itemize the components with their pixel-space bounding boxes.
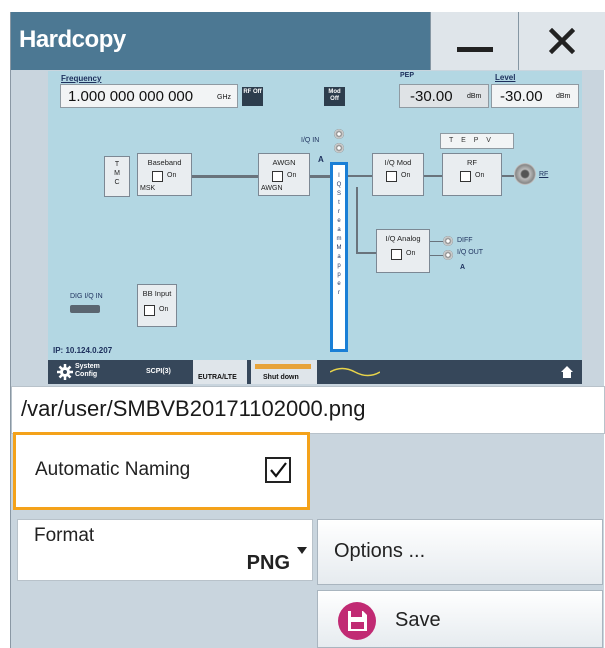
frequency-label: Frequency <box>61 74 102 83</box>
checkmark-icon <box>270 462 287 478</box>
tmc-block: T M C <box>104 156 130 197</box>
iq-mod-checkbox <box>386 171 397 182</box>
iq-out-label: I/Q OUT <box>457 249 484 256</box>
ip-address: IP: 10.124.0.207 <box>53 346 113 355</box>
signal-line <box>502 175 514 177</box>
diff-label: DIFF <box>457 237 473 244</box>
iq-in-port-icon <box>334 143 344 153</box>
graphics-tab <box>320 360 390 384</box>
title-bar: Hardcopy <box>11 12 605 70</box>
level-label: Level <box>495 73 516 82</box>
close-icon <box>549 28 575 54</box>
tepv-indicator: T E P V <box>440 133 514 149</box>
signal-line <box>192 175 258 178</box>
signal-line <box>424 175 442 177</box>
frequency-display: 1.000 000 000 000 GHz <box>60 84 238 108</box>
rf-port-label: RF <box>539 171 549 178</box>
gear-icon <box>57 364 73 380</box>
pep-label: PEP <box>400 72 415 79</box>
format-value: PNG <box>246 552 290 574</box>
close-button[interactable] <box>518 12 605 70</box>
file-path-value: /var/user/SMBVB20171102000.png <box>21 396 366 421</box>
dropdown-arrow-icon <box>297 547 307 554</box>
screenshot-preview: Frequency 1.000 000 000 000 GHz RF Off M… <box>48 71 582 384</box>
preview-taskbar: System Config SCPI(3) EUTRA/LTE Shut dow… <box>48 360 582 384</box>
save-button-label: Save <box>395 609 441 631</box>
signal-line <box>430 241 444 242</box>
format-label: Format <box>34 525 95 546</box>
signal-line <box>348 175 372 177</box>
rf-block: RF On <box>442 153 502 196</box>
home-icon <box>561 366 573 378</box>
options-button-label: Options ... <box>334 540 426 562</box>
bb-input-checkbox <box>144 305 155 316</box>
signal-line <box>430 255 444 256</box>
save-icon <box>338 602 376 640</box>
out-a-label: A <box>460 264 466 271</box>
save-button[interactable]: Save <box>317 590 603 648</box>
iq-out-port-icon <box>443 250 453 260</box>
rf-connector-icon <box>514 163 536 185</box>
rf-state-indicator: RF Off <box>242 87 263 106</box>
iq-in-label: I/Q IN <box>301 137 320 144</box>
diff-port-icon <box>443 236 453 246</box>
iq-stream-mapper: I Q S t r e a m M a p p e r <box>330 162 348 352</box>
awgn-checkbox <box>272 171 283 182</box>
minimize-button[interactable] <box>430 12 518 70</box>
dialog-title: Hardcopy <box>19 26 126 53</box>
home-tab <box>556 360 580 384</box>
pep-display: -30.00 dBm <box>399 84 489 108</box>
bb-input-block: BB Input On <box>137 284 177 327</box>
eutra-lte-tab: EUTRA/LTE <box>193 360 247 384</box>
signal-line <box>310 175 330 178</box>
automatic-naming-checkbox[interactable] <box>265 457 291 483</box>
automatic-naming-row[interactable]: Automatic Naming <box>13 432 310 510</box>
mod-state-indicator: Mod Off <box>324 87 345 106</box>
signal-line <box>356 252 376 254</box>
baseband-checkbox <box>152 171 163 182</box>
shutdown-tab: Shut down <box>251 360 317 384</box>
path-a-label: A <box>318 155 324 164</box>
awgn-block: AWGN On AWGN <box>258 153 310 196</box>
rf-checkbox <box>460 171 471 182</box>
dig-iq-connector-icon <box>70 305 100 313</box>
system-config-tab: System Config <box>52 360 132 384</box>
iq-mod-block: I/Q Mod On <box>372 153 424 196</box>
signal-line <box>356 187 358 253</box>
hardcopy-dialog: Hardcopy Frequency 1.000 000 000 000 GHz… <box>10 12 605 648</box>
baseband-block: Baseband On MSK <box>137 153 192 196</box>
scpi-tab: SCPI(3) <box>146 368 171 375</box>
file-path-field[interactable]: /var/user/SMBVB20171102000.png <box>11 386 605 434</box>
level-display: -30.00 dBm <box>491 84 579 108</box>
dig-iq-in-label: DIG I/Q IN <box>70 293 103 300</box>
iq-in-port-icon <box>334 129 344 139</box>
iq-analog-checkbox <box>391 249 402 260</box>
iq-analog-block: I/Q Analog On <box>376 229 430 273</box>
options-button[interactable]: Options ... <box>317 519 603 585</box>
format-select[interactable]: Format PNG <box>17 519 313 581</box>
sine-wave-icon <box>330 367 380 377</box>
minimize-icon <box>456 46 493 52</box>
automatic-naming-label: Automatic Naming <box>35 459 191 480</box>
